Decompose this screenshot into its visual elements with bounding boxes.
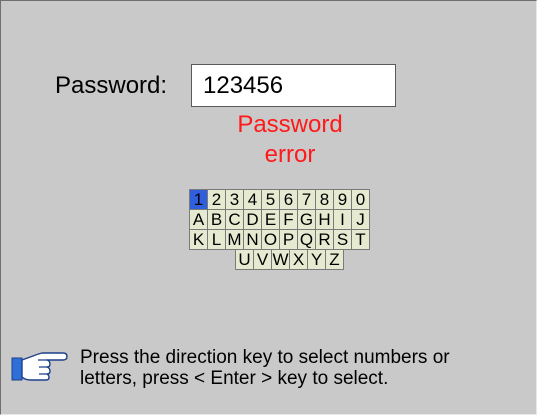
key-5[interactable]: 5 [261,189,280,210]
key-6[interactable]: 6 [279,189,298,210]
key-h[interactable]: H [315,209,334,230]
key-n[interactable]: N [243,229,262,250]
key-y[interactable]: Y [307,249,326,270]
key-8[interactable]: 8 [315,189,334,210]
key-9[interactable]: 9 [333,189,352,210]
key-2[interactable]: 2 [207,189,226,210]
key-1[interactable]: 1 [189,189,208,210]
error-message: Password error [195,110,385,170]
key-3[interactable]: 3 [225,189,244,210]
key-x[interactable]: X [289,249,308,270]
key-i[interactable]: I [333,209,352,230]
key-w[interactable]: W [271,249,290,270]
help-instructions: Press the direction key to select number… [80,347,530,389]
key-z[interactable]: Z [325,249,344,270]
key-u[interactable]: U [235,249,254,270]
pointing-hand-icon [11,352,68,381]
help-line-2: letters, press < Enter > key to select. [80,368,389,389]
key-7[interactable]: 7 [297,189,316,210]
key-a[interactable]: A [189,209,208,230]
key-g[interactable]: G [297,209,316,230]
key-s[interactable]: S [333,229,352,250]
key-e[interactable]: E [261,209,280,230]
key-l[interactable]: L [207,229,226,250]
key-r[interactable]: R [315,229,334,250]
key-v[interactable]: V [253,249,272,270]
password-label: Password: [55,72,168,99]
key-0[interactable]: 0 [351,189,370,210]
help-line-1: Press the direction key to select number… [80,347,450,368]
key-k[interactable]: K [189,229,208,250]
key-p[interactable]: P [279,229,298,250]
key-q[interactable]: Q [297,229,316,250]
key-4[interactable]: 4 [243,189,262,210]
error-line-2: error [264,141,316,168]
key-j[interactable]: J [351,209,370,230]
key-o[interactable]: O [261,229,280,250]
key-m[interactable]: M [225,229,244,250]
key-f[interactable]: F [279,209,298,230]
error-line-1: Password [237,111,343,138]
key-t[interactable]: T [351,229,370,250]
password-input[interactable] [191,64,396,107]
key-d[interactable]: D [243,209,262,230]
key-b[interactable]: B [207,209,226,230]
key-c[interactable]: C [225,209,244,230]
